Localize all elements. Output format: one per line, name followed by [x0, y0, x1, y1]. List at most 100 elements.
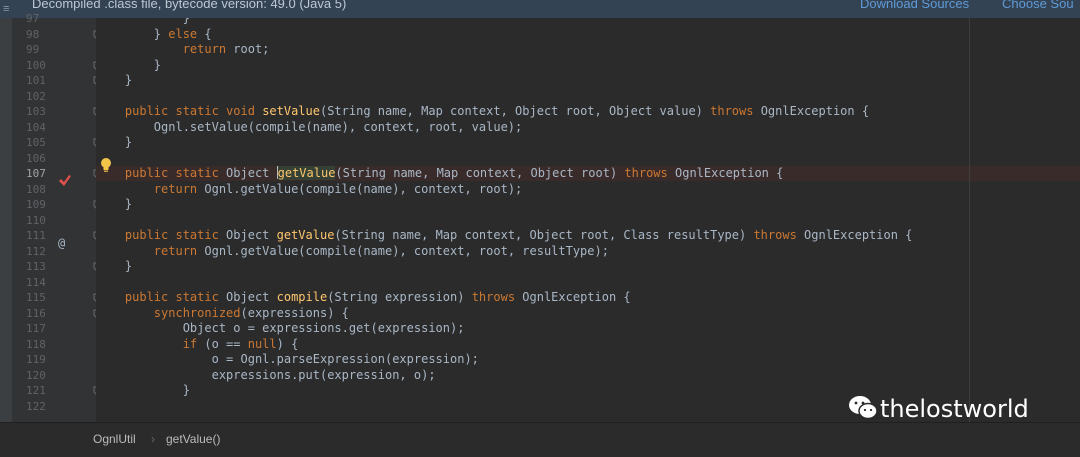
code-token: else [168, 26, 198, 41]
code-token: public static [124, 166, 219, 180]
line-number: 121 [26, 384, 46, 397]
code-line[interactable]: return Ognl.getValue(compile(name), cont… [96, 244, 1080, 259]
line-number: 106 [26, 151, 46, 165]
code-token: return [153, 181, 198, 196]
code-token: public static [124, 290, 219, 304]
code-line[interactable]: public static Object getValue(String nam… [96, 166, 1080, 181]
code-token: } [96, 197, 133, 211]
code-line[interactable]: } [96, 73, 1080, 88]
decompiled-banner: ≡ Decompiled .class file, bytecode versi… [0, 0, 1080, 18]
breadcrumb-method[interactable]: getValue() [166, 423, 220, 455]
code-token: OgnlException { [753, 104, 870, 118]
code-token: OgnlException { [515, 290, 631, 304]
choose-sources-link[interactable]: Choose Sou [1002, 0, 1074, 13]
breadcrumb-separator-icon: › [151, 432, 155, 446]
line-number: 109 [26, 198, 46, 211]
line-number: 99 [26, 43, 40, 56]
line-number: 114 [26, 275, 46, 289]
line-number: 115 [26, 291, 46, 304]
code-token: return [153, 243, 198, 258]
breakpoint-icon[interactable] [58, 174, 72, 188]
code-line[interactable] [96, 275, 1080, 290]
code-token: Ognl.setValue(compile(name), context, ro… [96, 119, 523, 134]
code-token: throws [753, 228, 797, 242]
code-token: getValue [276, 228, 335, 242]
code-line[interactable]: return root; [96, 42, 1080, 57]
code-line[interactable]: } [96, 197, 1080, 212]
code-line[interactable]: synchronized(expressions) { [96, 306, 1080, 321]
code-token: Object [218, 228, 277, 242]
override-marker-icon[interactable]: @ [58, 236, 65, 250]
banner-icon: ≡ [3, 3, 10, 15]
line-number: 110 [26, 213, 46, 227]
code-token: } [96, 73, 133, 87]
line-number: 119 [26, 353, 46, 366]
line-number: 118 [26, 337, 46, 351]
code-token: Object o = expressions.get(expression); [96, 321, 465, 335]
code-token: throws [624, 166, 668, 180]
wechat-icon [849, 396, 878, 420]
code-line[interactable]: Object o = expressions.get(expression); [96, 321, 1080, 336]
line-number: 101 [26, 74, 46, 87]
code-line[interactable]: public static Object getValue(String nam… [96, 228, 1080, 243]
code-line[interactable]: if (o == null) { [96, 337, 1080, 352]
code-token: (String name, Map context, Object root, … [334, 228, 754, 242]
left-tool-stripe [0, 18, 12, 422]
code-token: getValue [277, 166, 336, 180]
code-line[interactable]: } [96, 259, 1080, 274]
code-token: public static void [124, 104, 255, 118]
code-line[interactable]: Ognl.setValue(compile(name), context, ro… [96, 120, 1080, 135]
editor-gutter[interactable]: 97 98 99 100 101 102 103 104 105 106 107 108 109 110 1… [12, 12, 101, 422]
code-line[interactable]: public static void setValue(String name,… [96, 104, 1080, 119]
code-line[interactable]: o = Ognl.parseExpression(expression); [96, 352, 1080, 367]
breadcrumb-class[interactable]: OgnlUtil [93, 423, 136, 455]
code-editor[interactable]: } } else { return root; } } public stati… [96, 18, 1080, 422]
code-line[interactable]: } else { [96, 27, 1080, 42]
code-token: } [96, 57, 162, 72]
code-line[interactable]: } [96, 58, 1080, 73]
code-token: synchronized [153, 305, 241, 320]
code-token: (String expression) [327, 290, 472, 304]
code-token: null [247, 336, 277, 351]
code-token: public static [124, 228, 219, 242]
code-token: (o == [197, 336, 248, 351]
download-sources-link[interactable]: Download Sources [860, 0, 969, 13]
code-token: } [96, 26, 169, 41]
code-token: } [96, 18, 190, 25]
code-line[interactable] [96, 89, 1080, 104]
code-line[interactable]: expressions.put(expression, o); [96, 368, 1080, 383]
code-token: Ognl.getValue(compile(name), context, ro… [197, 181, 523, 196]
code-token: } [96, 135, 133, 149]
watermark-text: thelostworld [880, 395, 1029, 423]
line-number: 122 [26, 399, 46, 413]
code-token: { [197, 26, 212, 41]
code-token: throws [471, 290, 516, 304]
line-number: 103 [26, 105, 46, 118]
code-line[interactable]: public static Object compile(String expr… [96, 290, 1080, 305]
code-token: } [96, 383, 190, 397]
code-token: OgnlException { [667, 166, 784, 180]
code-token: setValue [262, 104, 320, 118]
code-line[interactable] [96, 213, 1080, 228]
code-token: o = Ognl.parseExpression(expression); [96, 352, 479, 366]
intention-bulb-icon[interactable] [100, 157, 112, 173]
code-token: if [182, 336, 198, 351]
line-number: 102 [26, 89, 46, 103]
code-line[interactable]: } [96, 18, 1080, 26]
code-line[interactable]: return Ognl.getValue(compile(name), cont… [96, 182, 1080, 197]
code-token: compile [276, 290, 328, 304]
code-line[interactable] [96, 151, 1080, 166]
code-token: OgnlException { [796, 228, 913, 242]
code-line[interactable]: } [96, 135, 1080, 150]
watermark: thelostworld [848, 394, 1029, 424]
line-number: 113 [26, 260, 46, 273]
right-margin-guide [969, 18, 970, 422]
line-number: 117 [26, 322, 46, 335]
